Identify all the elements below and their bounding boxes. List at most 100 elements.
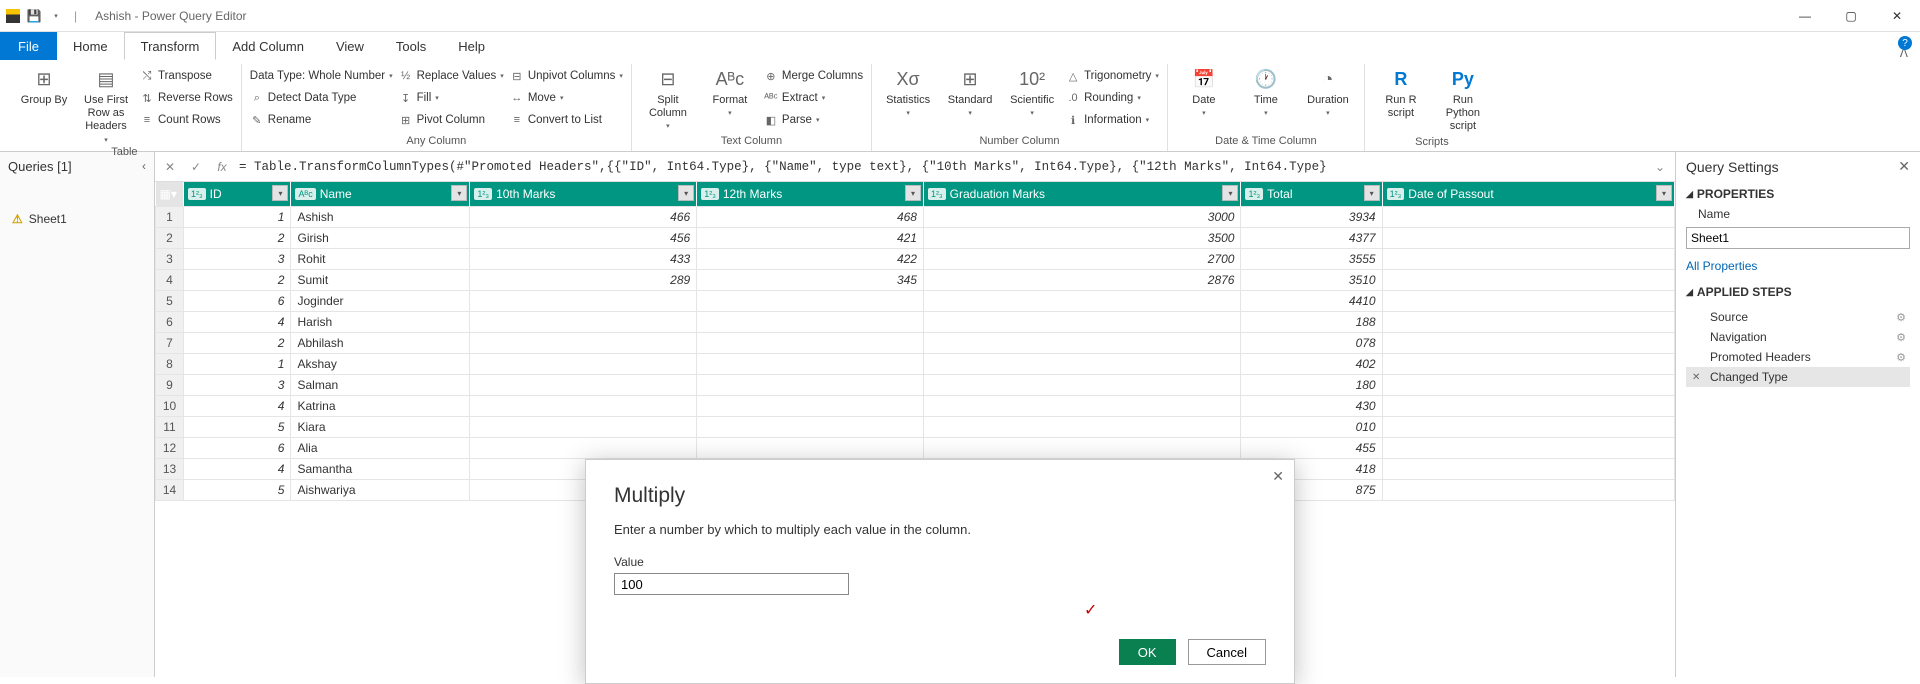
cell[interactable] (470, 374, 697, 395)
formula-input[interactable]: = Table.TransformColumnTypes(#"Promoted … (239, 160, 1643, 174)
cell[interactable] (470, 290, 697, 311)
replace-values-button[interactable]: ½Replace Values▾ (399, 66, 504, 86)
cell[interactable] (1382, 227, 1674, 248)
dialog-close-icon[interactable]: ✕ (1272, 468, 1284, 485)
table-row[interactable]: 22Girish45642135004377 (156, 227, 1675, 248)
cell[interactable]: 4 (184, 311, 291, 332)
cell[interactable]: 455 (1241, 437, 1382, 458)
cell[interactable]: Salman (291, 374, 470, 395)
cell[interactable] (1382, 290, 1674, 311)
run-r-button[interactable]: RRun R script (1373, 64, 1429, 120)
table-row[interactable]: 11Ashish46646830003934 (156, 206, 1675, 227)
applied-step[interactable]: Source⚙ (1686, 307, 1910, 327)
row-number[interactable]: 13 (156, 458, 184, 479)
cell[interactable]: 289 (470, 269, 697, 290)
column-header[interactable]: 1²₃Graduation Marks▾ (923, 182, 1241, 206)
help-icon[interactable]: ? (1898, 36, 1912, 50)
cell[interactable]: 078 (1241, 332, 1382, 353)
cell[interactable]: 6 (184, 290, 291, 311)
row-number[interactable]: 3 (156, 248, 184, 269)
cell[interactable]: Katrina (291, 395, 470, 416)
row-number[interactable]: 1 (156, 206, 184, 227)
cell[interactable]: 5 (184, 416, 291, 437)
gear-icon[interactable]: ⚙ (1896, 351, 1906, 364)
cell[interactable]: 422 (697, 248, 924, 269)
table-row[interactable]: 33Rohit43342227003555 (156, 248, 1675, 269)
tab-tools[interactable]: Tools (380, 32, 442, 60)
cell[interactable] (923, 332, 1241, 353)
cell[interactable]: Abhilash (291, 332, 470, 353)
row-number[interactable]: 12 (156, 437, 184, 458)
transpose-button[interactable]: ⤭Transpose (140, 66, 233, 86)
cell[interactable]: 345 (697, 269, 924, 290)
cell[interactable]: Alia (291, 437, 470, 458)
cell[interactable] (1382, 374, 1674, 395)
cell[interactable]: 1 (184, 353, 291, 374)
cell[interactable] (470, 311, 697, 332)
cell[interactable]: Aishwariya (291, 479, 470, 500)
cell[interactable]: 456 (470, 227, 697, 248)
table-row[interactable]: 115Kiara010 (156, 416, 1675, 437)
cell[interactable] (1382, 206, 1674, 227)
cell[interactable]: 3934 (1241, 206, 1382, 227)
cell[interactable] (470, 416, 697, 437)
fx-icon[interactable]: fx (213, 158, 231, 176)
applied-step[interactable]: Navigation⚙ (1686, 327, 1910, 347)
formula-dropdown-icon[interactable]: ⌄ (1651, 158, 1669, 176)
select-all-corner[interactable]: ▦▾ (156, 182, 184, 206)
scientific-button[interactable]: 10²Scientific▾ (1004, 64, 1060, 117)
collapse-properties-icon[interactable]: ◢ (1686, 189, 1693, 200)
cell[interactable]: 433 (470, 248, 697, 269)
gear-icon[interactable]: ⚙ (1896, 331, 1906, 344)
collapse-queries-icon[interactable]: ‹ (142, 159, 146, 173)
rename-button[interactable]: ✎Rename (250, 110, 393, 130)
cell[interactable] (697, 395, 924, 416)
cell[interactable] (697, 353, 924, 374)
column-header[interactable]: 1²₃Total▾ (1241, 182, 1382, 206)
ok-button[interactable]: OK (1119, 639, 1176, 665)
cell[interactable]: Kiara (291, 416, 470, 437)
cell[interactable]: 180 (1241, 374, 1382, 395)
cell[interactable]: Girish (291, 227, 470, 248)
table-row[interactable]: 56Joginder4410 (156, 290, 1675, 311)
row-number[interactable]: 5 (156, 290, 184, 311)
run-python-button[interactable]: PyRun Python script (1435, 64, 1491, 134)
table-row[interactable]: 42Sumit28934528763510 (156, 269, 1675, 290)
cell[interactable] (697, 290, 924, 311)
column-header[interactable]: 1²₃10th Marks▾ (470, 182, 697, 206)
row-number[interactable]: 6 (156, 311, 184, 332)
info-button[interactable]: ℹInformation▾ (1066, 110, 1159, 130)
cell[interactable]: 2700 (923, 248, 1241, 269)
cell[interactable]: 421 (697, 227, 924, 248)
cell[interactable]: 4 (184, 395, 291, 416)
row-number[interactable]: 11 (156, 416, 184, 437)
cell[interactable] (697, 416, 924, 437)
cell[interactable] (923, 416, 1241, 437)
cell[interactable] (923, 290, 1241, 311)
close-settings-icon[interactable]: ✕ (1898, 158, 1910, 175)
cell[interactable] (923, 437, 1241, 458)
cancel-formula-icon[interactable]: ✕ (161, 158, 179, 176)
query-name-input[interactable] (1686, 227, 1910, 249)
table-row[interactable]: 72Abhilash078 (156, 332, 1675, 353)
query-item-sheet1[interactable]: ⚠ Sheet1 (0, 208, 154, 230)
cell[interactable] (1382, 437, 1674, 458)
cell[interactable] (1382, 395, 1674, 416)
gear-icon[interactable]: ⚙ (1896, 311, 1906, 324)
parse-button[interactable]: ◧Parse▾ (764, 110, 863, 130)
detect-type-button[interactable]: ⌕Detect Data Type (250, 88, 393, 108)
cell[interactable]: Rohit (291, 248, 470, 269)
tab-home[interactable]: Home (57, 32, 124, 60)
cell[interactable] (923, 395, 1241, 416)
cell[interactable] (697, 332, 924, 353)
cell[interactable] (1382, 248, 1674, 269)
cell[interactable] (470, 437, 697, 458)
cell[interactable]: 402 (1241, 353, 1382, 374)
cell[interactable]: 5 (184, 479, 291, 500)
trig-button[interactable]: △Trigonometry▾ (1066, 66, 1159, 86)
tab-file[interactable]: File (0, 32, 57, 60)
filter-icon[interactable]: ▾ (678, 185, 694, 201)
cell[interactable]: 2876 (923, 269, 1241, 290)
unpivot-button[interactable]: ⊟Unpivot Columns▾ (510, 66, 623, 86)
cell[interactable]: 430 (1241, 395, 1382, 416)
